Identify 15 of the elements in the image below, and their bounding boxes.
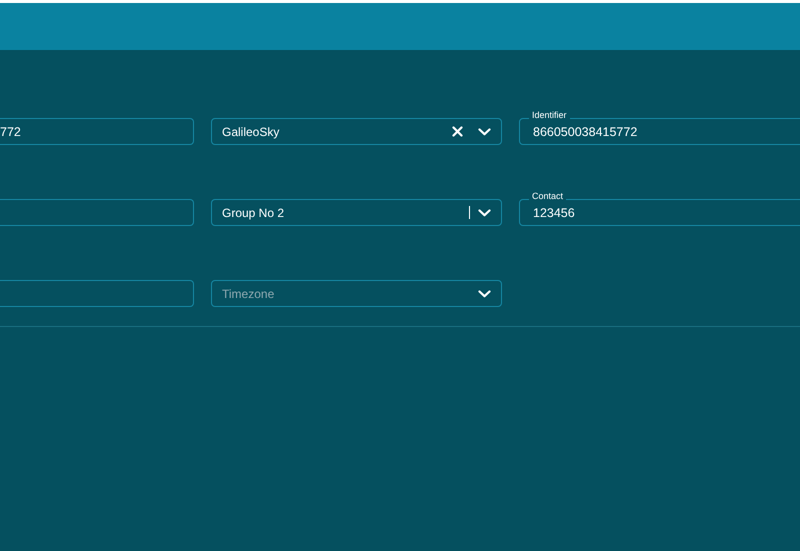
select-value: GalileoSky (222, 124, 280, 138)
select-field[interactable]: GalileoSky (211, 118, 502, 145)
select-placeholder: Timezone (222, 286, 276, 300)
select-field[interactable]: Group No 2 (211, 199, 502, 226)
input-field[interactable]: 772 (0, 118, 194, 145)
select-field[interactable]: Timezone (211, 280, 502, 307)
clear-icon[interactable] (452, 126, 463, 137)
caret-icon[interactable] (478, 290, 491, 298)
input-field[interactable] (0, 280, 194, 307)
caret-icon[interactable] (478, 128, 491, 136)
select-value: Group No 2 (222, 206, 286, 220)
field-label: Contact (529, 191, 566, 202)
caret-icon[interactable] (478, 208, 491, 216)
field-label: Identifier (529, 110, 570, 121)
input-field[interactable] (0, 199, 194, 226)
